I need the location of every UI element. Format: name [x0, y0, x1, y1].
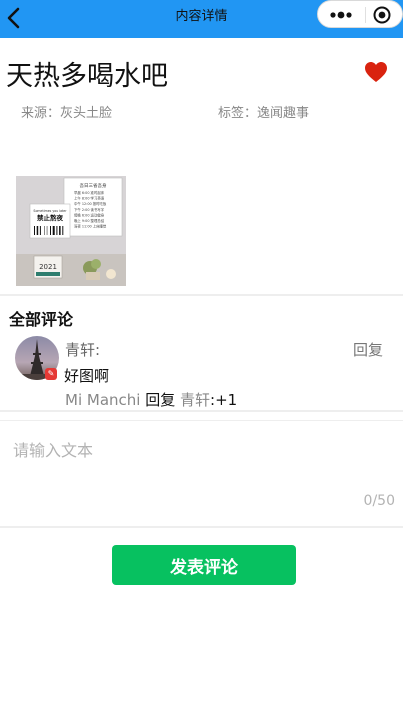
- reply-from[interactable]: Mi Manchi: [65, 391, 140, 409]
- comment-author[interactable]: 青轩:: [65, 339, 100, 360]
- sign-lines: 早晨 6:00 准时起床上午 8:00 学习英语中午 12:00 按时吃饭下午 …: [74, 190, 107, 229]
- avatar-badge-icon: ✎: [45, 368, 57, 380]
- composer-bottom-divider: [0, 526, 403, 528]
- reply-button[interactable]: 回复: [353, 339, 383, 360]
- notice-top: Sometimes you later: [33, 209, 67, 213]
- reply-content: :+1: [210, 391, 238, 409]
- reply-verb: 回复: [145, 391, 176, 409]
- barcode-bar: [50, 226, 51, 235]
- sign-line: 中午 12:00 按时吃饭: [74, 201, 107, 206]
- barcode-bar: [56, 226, 58, 235]
- reply-to[interactable]: 青轩: [180, 391, 210, 409]
- sign-header: 吾日三省吾身: [80, 182, 107, 189]
- notice-main: 禁止熬夜: [37, 213, 64, 222]
- composer-top-divider: [0, 420, 403, 421]
- section-divider: [0, 294, 403, 296]
- submit-comment-button[interactable]: 发表评论: [112, 545, 296, 585]
- barcode-bar: [44, 226, 45, 235]
- sign-line: 晚上 9:00 整理总结: [74, 218, 105, 223]
- comment-text: 好图啊: [64, 367, 110, 385]
- heart-icon[interactable]: [364, 61, 388, 83]
- sign-line: 下午 2:00 读书写字: [74, 207, 105, 212]
- barcode-bar: [34, 226, 35, 235]
- barcode-bar: [52, 226, 55, 235]
- barcode-bar: [39, 226, 41, 235]
- barcode-bar: [59, 226, 61, 235]
- article-image-drawing: 吾日三省吾身 早晨 6:00 准时起床上午 8:00 学习英语中午 12:00 …: [16, 176, 126, 286]
- mini-program-capsule: [317, 0, 403, 28]
- char-counter: 0/50: [363, 493, 395, 509]
- article-source: 来源：灰头土脸: [21, 106, 113, 121]
- article-tag: 标签：逸闻趣事: [218, 106, 310, 121]
- article-title: 天热多喝水吧: [6, 61, 168, 92]
- article-image[interactable]: 吾日三省吾身 早晨 6:00 准时起床 上午 8:00 学习英语 中午 12:00 …: [16, 176, 126, 286]
- sign-line: 上午 8:00 学习英语: [74, 196, 105, 201]
- target-circle-icon[interactable]: [372, 5, 392, 25]
- comment-reply: Mi Manchi 回复 青轩:+1: [65, 389, 237, 410]
- barcode-bar: [62, 226, 64, 235]
- barcode-bar: [36, 226, 39, 235]
- sign-line: 傍晚 6:00 运动健身: [74, 212, 105, 217]
- comments-section-title: 全部评论: [9, 310, 74, 329]
- calendar-year: 2021: [39, 263, 57, 271]
- comment-input[interactable]: [0, 424, 403, 520]
- capsule-divider: [365, 7, 366, 23]
- nav-bar: 内容详情: [0, 0, 403, 38]
- more-dots-icon[interactable]: [329, 7, 353, 23]
- sign-line: 早晨 6:00 准时起床: [74, 190, 105, 195]
- comments-divider: [0, 410, 403, 412]
- sign-line: 深夜 11:00 上床睡觉: [74, 224, 107, 229]
- barcode-bar: [46, 226, 48, 235]
